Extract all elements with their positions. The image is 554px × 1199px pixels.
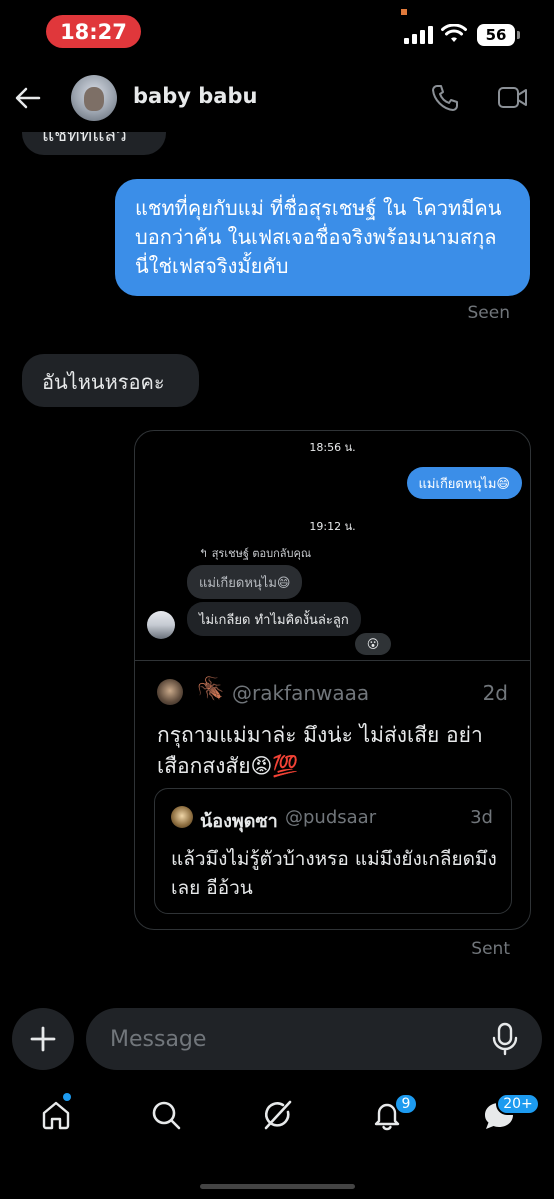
add-attachment-button[interactable] (12, 1008, 74, 1070)
bottom-navigation (0, 1080, 554, 1150)
contact-name[interactable]: baby babu (133, 84, 257, 108)
seen-status: Seen (467, 303, 510, 323)
privacy-indicator-dot (401, 9, 407, 15)
message-input[interactable] (86, 1008, 542, 1070)
shared-post-card[interactable]: 18:56 น. แม่เกียดหนุไม😄 19:12 น. ↰ สุรเช… (134, 430, 531, 930)
arrow-left-icon (15, 87, 41, 109)
cellular-signal-icon (404, 26, 433, 44)
home-new-indicator (63, 1093, 71, 1101)
nav-grok[interactable] (259, 1097, 295, 1133)
reply-arrow-icon: ↰ (199, 547, 212, 560)
video-camera-icon (498, 87, 527, 108)
post-text: กรุถามแม่มาล่ะ มึงน่ะ ไม่ส่งเสีย อย่าเสื… (157, 723, 483, 778)
post-time: 2d (482, 681, 508, 705)
status-time: 18:27 (46, 15, 141, 48)
message-bubble-incoming[interactable]: อันไหนหรอคะ (22, 354, 199, 407)
embedded-reaction: 😮 (355, 633, 391, 655)
nav-home[interactable] (38, 1097, 74, 1133)
quoted-author-name: น้องพุดซา (200, 811, 278, 832)
chat-header: baby babu (0, 64, 554, 132)
voice-call-button[interactable] (430, 83, 460, 117)
status-bar: 18:27 56 (0, 0, 554, 64)
voice-message-button[interactable] (490, 1022, 520, 1060)
quoted-post-card[interactable]: น้องพุดซา @pudsaar 3d แล้วมึงไม่รู้ตัวบ้… (154, 788, 512, 914)
embedded-quoted-message: แม่เกียดหนุไม😄 (187, 565, 303, 599)
back-button[interactable] (12, 82, 44, 114)
quoted-post-text: แล้วมึงไม่รู้ตัวบ้างหรอ แม่มึงยังเกลียดม… (171, 848, 497, 899)
reaction-emoji: 😮 (366, 637, 380, 651)
sent-status: Sent (471, 939, 510, 959)
cockroach-icon: 🪳 (197, 677, 225, 702)
quoted-author-avatar (171, 806, 193, 828)
notifications-badge: 9 (394, 1093, 418, 1115)
contact-avatar[interactable] (71, 75, 117, 121)
embedded-message-incoming: ไม่เกลียด ทำไมคิดงั้นล่ะลูก (187, 602, 361, 636)
divider (135, 660, 530, 661)
embedded-sender-avatar (147, 611, 175, 639)
embedded-reply-label: ↰ สุรเชษฐ์ ตอบกลับคุณ (199, 544, 311, 562)
search-icon (152, 1101, 181, 1130)
home-icon (42, 1101, 70, 1130)
video-call-button[interactable] (497, 85, 529, 115)
nav-explore[interactable] (148, 1097, 184, 1133)
reply-label-text: สุรเชษฐ์ ตอบกลับคุณ (211, 547, 312, 560)
embedded-timestamp: 19:12 น. (309, 520, 356, 533)
microphone-icon (492, 1022, 518, 1056)
grok-icon (264, 1100, 292, 1130)
embedded-message-outgoing: แม่เกียดหนุไม😄 (406, 467, 522, 499)
post-author-avatar (157, 679, 183, 705)
post-author-handle: @rakfanwaaa (232, 681, 370, 705)
message-bubble-outgoing[interactable]: แชทที่คุยกับแม่ ที่ชื่อสุรเชษฐ์ ใน โควทม… (115, 179, 530, 296)
quoted-post-time: 3d (470, 807, 493, 828)
messages-badge: 20+ (496, 1093, 540, 1115)
battery-indicator: 56 (477, 24, 520, 46)
plus-icon (30, 1026, 56, 1052)
embedded-timestamp: 18:56 น. (309, 441, 356, 454)
phone-icon (432, 85, 458, 111)
home-indicator (200, 1184, 355, 1189)
wifi-icon (441, 24, 467, 42)
quoted-author-handle: @pudsaar (285, 807, 377, 828)
